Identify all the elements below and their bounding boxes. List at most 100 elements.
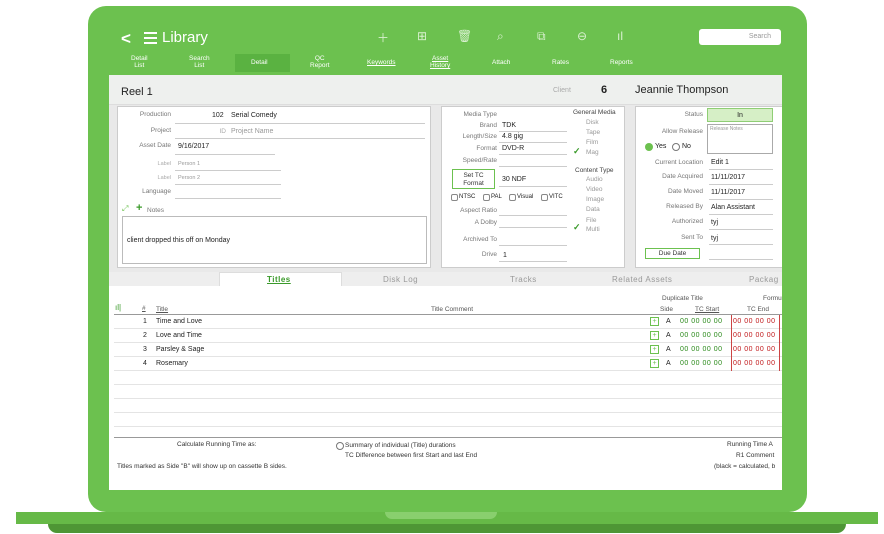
- row-side[interactable]: A: [666, 360, 671, 367]
- tab-reports[interactable]: Reports: [610, 59, 633, 66]
- add-note-icon[interactable]: +: [136, 202, 142, 214]
- tab-rates[interactable]: Rates: [552, 59, 569, 66]
- yes-radio[interactable]: [645, 143, 653, 151]
- drive-field[interactable]: 1: [503, 252, 507, 259]
- add-icon[interactable]: +: [650, 331, 659, 340]
- tab-search-list[interactable]: Search List: [189, 55, 210, 69]
- brand-field[interactable]: TDK: [502, 122, 516, 129]
- row-side[interactable]: A: [666, 346, 671, 353]
- row-tc-start[interactable]: 00 00 00 00: [680, 360, 722, 367]
- client-name[interactable]: Jeannie Thompson: [635, 84, 728, 96]
- search-input[interactable]: Search: [699, 29, 781, 45]
- acquired-field[interactable]: 11/11/2017: [711, 174, 745, 181]
- subtab-tracks[interactable]: Tracks: [510, 275, 537, 284]
- tab-asset-history[interactable]: Asset History: [430, 55, 450, 69]
- row-tc-end[interactable]: 00 00 00 00: [733, 318, 775, 325]
- production-id[interactable]: 102: [212, 112, 224, 119]
- subtab-titles[interactable]: Titles: [267, 275, 291, 284]
- row-title[interactable]: Rosemary: [156, 360, 188, 367]
- production-name[interactable]: Serial Comedy: [231, 112, 277, 119]
- format-field[interactable]: DVD-R: [502, 145, 524, 152]
- row-tc-end[interactable]: 00 00 00 00: [733, 360, 775, 367]
- sent-to-field[interactable]: tyj: [711, 235, 718, 242]
- table-row[interactable]: 4 Rosemary + A 00 00 00 00 00 00 00 00: [114, 357, 782, 371]
- col-tc-end: TC End: [747, 306, 770, 313]
- add-icon[interactable]: +: [650, 345, 659, 354]
- media-disk[interactable]: Disk: [586, 119, 599, 126]
- project-name-field[interactable]: Project Name: [231, 128, 273, 135]
- grid-icon[interactable]: ⊞: [417, 29, 427, 43]
- row-title[interactable]: Parsley & Sage: [156, 346, 204, 353]
- row-tc-end[interactable]: 00 00 00 00: [733, 332, 775, 339]
- authorized-label: Authorized: [671, 218, 703, 225]
- content-image[interactable]: Image: [586, 196, 604, 203]
- due-date-button[interactable]: Due Date: [645, 248, 700, 259]
- location-field[interactable]: Edit 1: [711, 159, 729, 166]
- media-tape[interactable]: Tape: [586, 129, 600, 136]
- asset-date-field[interactable]: 9/16/2017: [178, 143, 209, 150]
- tab-qc-report[interactable]: QC Report: [310, 55, 330, 69]
- copy-icon[interactable]: ⧉: [537, 29, 546, 44]
- row-tc-start[interactable]: 00 00 00 00: [680, 332, 722, 339]
- table-row-empty[interactable]: [114, 413, 782, 427]
- content-audio[interactable]: Audio: [586, 176, 603, 183]
- menu-icon[interactable]: [144, 32, 157, 47]
- table-row[interactable]: 1 Time and Love + A 00 00 00 00 00 00 00…: [114, 315, 782, 329]
- table-row-empty[interactable]: [114, 385, 782, 399]
- table-row-empty[interactable]: [114, 371, 782, 385]
- moved-field[interactable]: 11/11/2017: [711, 189, 745, 196]
- content-data[interactable]: Data: [586, 206, 600, 213]
- row-side[interactable]: A: [666, 332, 671, 339]
- more-icon[interactable]: ⊖: [577, 29, 587, 43]
- media-mag[interactable]: Mag: [586, 149, 599, 156]
- col-title[interactable]: Title: [156, 306, 168, 313]
- row-tc-end[interactable]: 00 00 00 00: [733, 346, 775, 353]
- row-tc-start[interactable]: 00 00 00 00: [680, 318, 722, 325]
- col-number[interactable]: #: [142, 305, 146, 312]
- content-file-multi[interactable]: File Multi: [586, 216, 600, 234]
- person1-field[interactable]: Person 1: [178, 161, 200, 167]
- released-by-field[interactable]: Alan Assistant: [711, 204, 755, 211]
- authorized-field[interactable]: tyj: [711, 219, 718, 226]
- tab-keywords[interactable]: Keywords: [367, 59, 396, 66]
- vitc-checkbox[interactable]: [541, 194, 548, 201]
- ntsc-checkbox[interactable]: [451, 194, 458, 201]
- row-title[interactable]: Love and Time: [156, 332, 202, 339]
- tab-attach[interactable]: Attach: [492, 59, 510, 66]
- col-tc-start[interactable]: TC Start: [695, 306, 719, 313]
- subtab-related-assets[interactable]: Related Assets: [612, 275, 672, 284]
- person2-field[interactable]: Person 2: [178, 175, 200, 181]
- table-row[interactable]: 3 Parsley & Sage + A 00 00 00 00 00 00 0…: [114, 343, 782, 357]
- search-icon[interactable]: ⌕: [497, 29, 504, 44]
- tab-detail-list[interactable]: Detail List: [131, 55, 148, 69]
- tc-format-field[interactable]: 30 NDF: [502, 176, 526, 183]
- chart-icon[interactable]: ıl: [617, 29, 623, 43]
- status-field[interactable]: In: [707, 108, 773, 122]
- tab-detail[interactable]: Detail: [251, 59, 268, 66]
- expand-icon[interactable]: ⤢: [122, 204, 128, 214]
- add-icon[interactable]: +: [650, 359, 659, 368]
- chart-icon[interactable]: ıl|: [115, 303, 121, 312]
- trash-icon[interactable]: 🗑: [457, 29, 472, 43]
- client-number[interactable]: 6: [601, 84, 607, 96]
- visual-checkbox[interactable]: [509, 194, 516, 201]
- table-row[interactable]: 2 Love and Time + A 00 00 00 00 00 00 00…: [114, 329, 782, 343]
- media-film[interactable]: Film: [586, 139, 598, 146]
- row-title[interactable]: Time and Love: [156, 318, 202, 325]
- plus-icon[interactable]: ＋: [377, 29, 389, 46]
- add-icon[interactable]: +: [650, 317, 659, 326]
- table-row-empty[interactable]: [114, 399, 782, 413]
- row-tc-start[interactable]: 00 00 00 00: [680, 346, 722, 353]
- subtab-packages[interactable]: Packag: [749, 275, 779, 284]
- subtab-disk-log[interactable]: Disk Log: [383, 275, 418, 284]
- back-button[interactable]: <: [121, 29, 131, 49]
- pal-checkbox[interactable]: [483, 194, 490, 201]
- tc-difference-option-label[interactable]: TC Difference between first Start and la…: [345, 452, 477, 459]
- set-tc-format-button[interactable]: Set TC Format: [452, 169, 495, 189]
- content-video[interactable]: Video: [586, 186, 603, 193]
- reel-name[interactable]: Reel 1: [121, 86, 153, 98]
- summary-radio[interactable]: [336, 442, 344, 450]
- length-field[interactable]: 4.8 gig: [502, 133, 523, 140]
- row-side[interactable]: A: [666, 318, 671, 325]
- no-radio[interactable]: [672, 143, 680, 151]
